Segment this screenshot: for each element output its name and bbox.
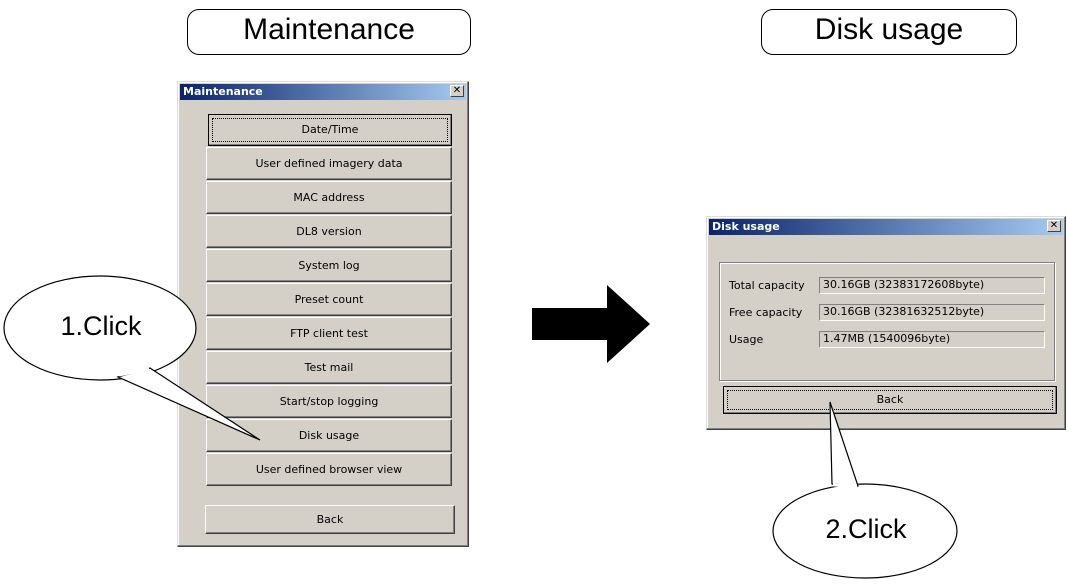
maintenance-caption: Maintenance (187, 9, 471, 55)
disk-usage-titlebar: Disk usage ✕ (709, 219, 1063, 235)
maintenance-titlebar: Maintenance ✕ (180, 84, 466, 100)
user-defined-browser-view-label: User defined browser view (255, 463, 403, 476)
usage-value: 1.47MB (1540096byte) (819, 331, 1045, 348)
mac-address-button[interactable]: MAC address (206, 181, 452, 214)
disk-usage-window-title: Disk usage (712, 220, 780, 233)
total-capacity-label: Total capacity (729, 279, 805, 292)
callout-bubble-2 (772, 401, 958, 579)
start-stop-logging-label: Start/stop logging (279, 395, 379, 408)
preset-count-label: Preset count (294, 293, 364, 306)
total-capacity-value: 30.16GB (32383172608byte) (819, 277, 1045, 294)
disk-usage-caption: Disk usage (761, 9, 1017, 55)
test-mail-label: Test mail (304, 361, 354, 374)
callout-2-text: 2.Click (825, 514, 907, 544)
close-icon[interactable]: ✕ (450, 85, 464, 97)
maintenance-caption-text: Maintenance (243, 13, 415, 46)
close-icon[interactable]: ✕ (1047, 220, 1061, 232)
dl8-version-label: DL8 version (296, 225, 362, 238)
maintenance-back-label: Back (316, 513, 344, 526)
dl8-version-button[interactable]: DL8 version (206, 215, 452, 248)
mac-address-label: MAC address (293, 191, 365, 204)
date-time-button[interactable]: Date/Time (208, 114, 452, 146)
system-log-label: System log (298, 259, 360, 272)
right-arrow-icon (532, 285, 650, 363)
date-time-button-label: Date/Time (301, 123, 359, 136)
callout-bubble-1 (3, 275, 261, 441)
user-defined-browser-view-button[interactable]: User defined browser view (206, 453, 452, 486)
free-capacity-value: 30.16GB (32381632512byte) (819, 304, 1045, 321)
free-capacity-label: Free capacity (729, 306, 803, 319)
disk-usage-window: Disk usage ✕ Total capacity 30.16GB (323… (706, 216, 1066, 430)
disk-usage-label: Disk usage (298, 429, 360, 442)
callout-1-text: 1.Click (60, 311, 142, 341)
user-defined-imagery-data-button[interactable]: User defined imagery data (206, 147, 452, 180)
maintenance-window-title: Maintenance (183, 85, 263, 98)
usage-label: Usage (729, 333, 764, 346)
ftp-client-test-label: FTP client test (290, 327, 368, 340)
disk-usage-caption-text: Disk usage (814, 13, 964, 46)
maintenance-back-button[interactable]: Back (205, 505, 455, 534)
user-defined-imagery-data-label: User defined imagery data (255, 157, 403, 170)
